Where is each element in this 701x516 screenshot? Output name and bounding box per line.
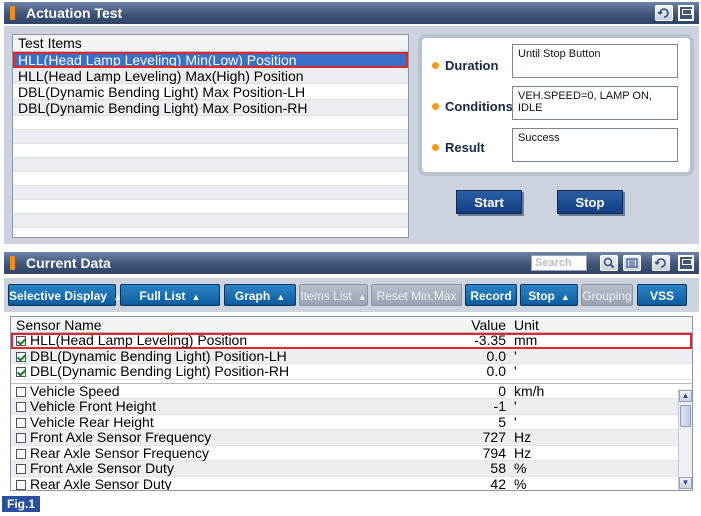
conditions-value: VEH.SPEED=0, LAMP ON, IDLE: [512, 86, 678, 120]
updown-icon: ▲︎: [357, 292, 367, 302]
table-header: Sensor Name Value Unit: [11, 317, 692, 333]
result-label: Result: [432, 140, 485, 155]
list-view-icon[interactable]: [623, 255, 641, 271]
table-row[interactable]: HLL(Head Lamp Leveling) Position -3.35 m…: [11, 332, 692, 349]
maximize-icon[interactable]: [678, 255, 694, 271]
checkbox[interactable]: [16, 417, 26, 428]
conditions-label: Conditions: [432, 99, 513, 114]
value-header: Value: [471, 317, 506, 333]
bullet-icon: [432, 144, 439, 151]
table-row[interactable]: DBL(Dynamic Bending Light) Position-RH 0…: [11, 363, 692, 380]
sensor-name-header: Sensor Name: [16, 317, 102, 333]
scroll-up-icon[interactable]: ▲︎: [679, 390, 692, 402]
actuation-title: Actuation Test: [26, 5, 123, 21]
stop-button[interactable]: Stop: [557, 190, 623, 214]
empty-row: [13, 214, 408, 228]
checkbox[interactable]: [16, 386, 26, 397]
search-icon[interactable]: [600, 255, 618, 271]
empty-row: [13, 200, 408, 214]
bullet-icon: [432, 62, 439, 69]
checkbox[interactable]: [16, 479, 26, 490]
empty-row: [13, 158, 408, 172]
empty-row: [13, 130, 408, 144]
actuation-title-bar: Actuation Test: [4, 2, 699, 24]
empty-row: [13, 186, 408, 200]
vertical-scrollbar[interactable]: ▲︎ ▼︎: [678, 389, 692, 490]
items-list-button[interactable]: Items List ▲︎: [299, 284, 368, 306]
retry-icon[interactable]: [652, 255, 670, 271]
current-data-toolbar: Selective Display ▲︎ Full List ▲︎ Graph ▲︎ …: [4, 278, 699, 312]
scroll-down-icon[interactable]: ▼︎: [679, 477, 692, 489]
record-button[interactable]: Record: [465, 284, 517, 306]
current-data-table: Sensor Name Value Unit HLL(Head Lamp Lev…: [10, 316, 693, 491]
bullet-icon: [432, 103, 439, 110]
checkbox[interactable]: [16, 433, 26, 443]
scroll-thumb[interactable]: [680, 405, 691, 427]
graph-button[interactable]: Graph ▲︎: [224, 284, 296, 306]
table-row[interactable]: Front Axle Sensor Frequency 727 Hz: [11, 429, 692, 446]
empty-row: [13, 144, 408, 158]
test-items-list: Test Items HLL(Head Lamp Leveling) Min(L…: [12, 34, 409, 238]
stop-data-button[interactable]: Stop ▲︎: [520, 284, 578, 306]
checkbox[interactable]: [16, 464, 26, 474]
checkbox[interactable]: [16, 448, 26, 459]
orange-marker: [10, 6, 15, 20]
reset-minmax-button[interactable]: Reset Min.Max: [371, 284, 462, 306]
search-input[interactable]: Search: [531, 255, 587, 271]
duration-value: Until Stop Button: [512, 44, 678, 78]
checkbox[interactable]: [16, 367, 26, 377]
table-row[interactable]: Front Axle Sensor Duty 58 %: [11, 460, 692, 477]
test-items-header: Test Items: [13, 35, 408, 52]
table-row[interactable]: Rear Axle Sensor Frequency 794 Hz: [11, 445, 692, 461]
updown-icon: ▲︎: [276, 292, 286, 302]
selective-display-button[interactable]: Selective Display ▲︎: [8, 284, 122, 306]
grouping-button[interactable]: Grouping: [581, 284, 633, 306]
table-row[interactable]: DBL(Dynamic Bending Light) Position-LH 0…: [11, 348, 692, 364]
empty-row: [13, 172, 408, 186]
start-button[interactable]: Start: [456, 190, 522, 214]
result-value: Success: [512, 128, 678, 162]
retry-icon[interactable]: [655, 5, 673, 21]
test-item-dbl-lh[interactable]: DBL(Dynamic Bending Light) Max Position-…: [13, 84, 408, 100]
checkbox[interactable]: [16, 402, 26, 412]
unit-header: Unit: [514, 317, 539, 333]
current-data-title-bar: Current Data Search: [4, 252, 699, 274]
table-row[interactable]: Rear Axle Sensor Duty 42 %: [11, 476, 692, 490]
updown-icon: ▲︎: [560, 292, 570, 302]
duration-label: Duration: [432, 58, 498, 73]
orange-marker: [10, 256, 15, 270]
table-row[interactable]: Vehicle Rear Height 5 ': [11, 414, 692, 430]
test-item-dbl-rh[interactable]: DBL(Dynamic Bending Light) Max Position-…: [13, 100, 408, 116]
full-list-button[interactable]: Full List ▲︎: [120, 284, 220, 306]
test-item-hll-max[interactable]: HLL(Head Lamp Leveling) Max(High) Positi…: [13, 68, 408, 84]
updown-icon: ▲︎: [191, 292, 201, 302]
table-row[interactable]: Vehicle Speed 0 km/h: [11, 383, 692, 399]
checkbox[interactable]: [16, 336, 26, 346]
figure-label: Fig.1: [2, 496, 41, 512]
empty-row: [13, 116, 408, 130]
current-data-title: Current Data: [26, 255, 111, 271]
actuation-panel: Test Items HLL(Head Lamp Leveling) Min(L…: [4, 26, 699, 244]
maximize-icon[interactable]: [678, 5, 694, 21]
vss-button[interactable]: VSS: [637, 284, 687, 306]
test-info-box: Duration Until Stop Button Conditions VE…: [418, 34, 694, 176]
test-item-hll-min[interactable]: HLL(Head Lamp Leveling) Min(Low) Positio…: [13, 52, 408, 68]
checkbox[interactable]: [16, 351, 26, 362]
table-row[interactable]: Vehicle Front Height -1 ': [11, 398, 692, 415]
